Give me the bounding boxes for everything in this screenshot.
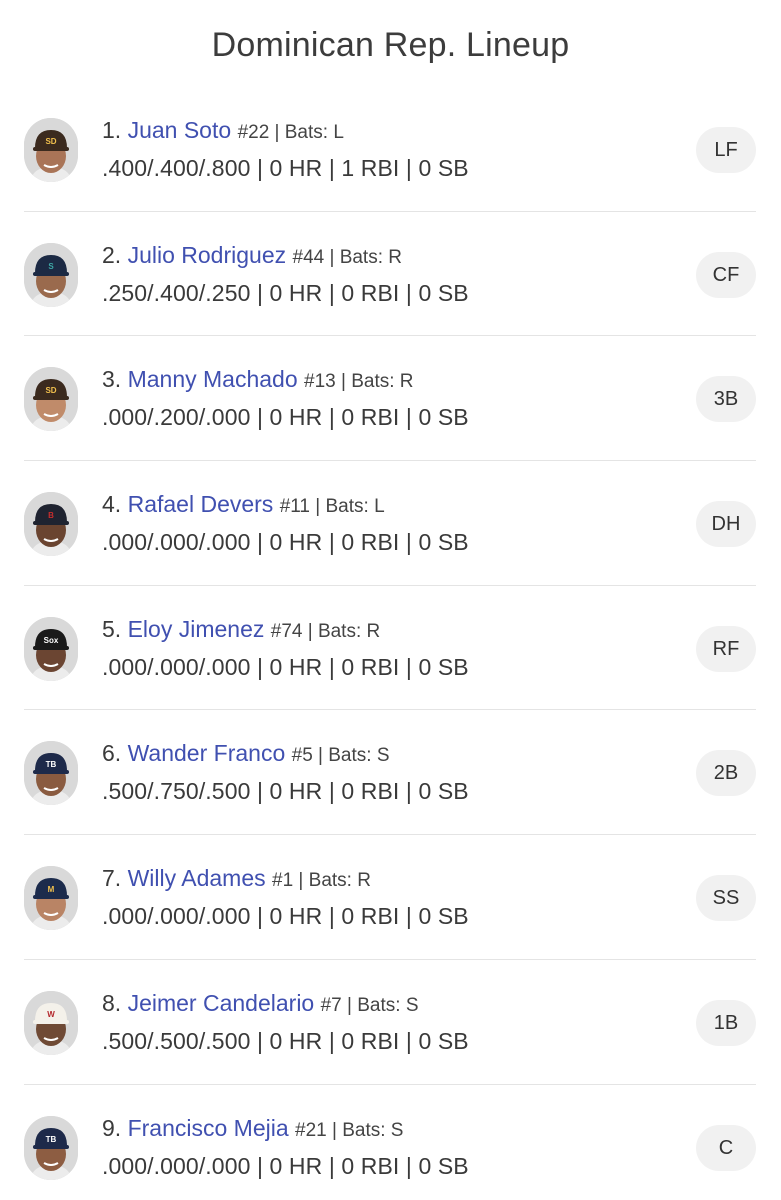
lineup-list: SD 1. Juan Soto #22 | Bats: L .400/.400/… [24, 87, 756, 1200]
player-avatar[interactable]: SD [24, 367, 78, 432]
lineup-row[interactable]: SD 3. Manny Machado #13 | Bats: R .000/.… [24, 336, 756, 462]
position-badge: LF [696, 127, 756, 173]
player-stats: .000/.000/.000 | 0 HR | 0 RBI | 0 SB [102, 529, 469, 556]
lineup-row[interactable]: TB 9. Francisco Mejia #21 | Bats: S .000… [24, 1085, 756, 1200]
player-name-link[interactable]: Willy Adames [128, 865, 266, 891]
position-badge: DH [696, 501, 756, 548]
player-heading: 5. Eloy Jimenez #74 | Bats: R [102, 616, 380, 643]
batting-order: 9. [102, 1114, 122, 1141]
player-avatar[interactable]: S [24, 242, 78, 307]
player-avatar[interactable]: SD [24, 118, 78, 182]
team-logo: S [48, 262, 54, 271]
player-name-link[interactable]: Rafael Devers [128, 491, 274, 517]
lineup-row[interactable]: M 7. Willy Adames #1 | Bats: R .000/.000… [24, 835, 756, 960]
player-avatar[interactable]: TB [24, 741, 78, 806]
player-heading: 2. Julio Rodriguez #44 | Bats: R [102, 242, 402, 269]
page-title: Dominican Rep. Lineup [211, 26, 570, 64]
lineup-row[interactable]: SD 1. Juan Soto #22 | Bats: L .400/.400/… [24, 87, 756, 212]
player-stats: .000/.000/.000 | 0 HR | 0 RBI | 0 SB [102, 653, 469, 680]
player-avatar[interactable]: B [24, 492, 78, 557]
player-avatar[interactable]: W [24, 990, 78, 1055]
player-meta: #5 | Bats: S [291, 745, 390, 767]
team-logo: W [47, 1010, 55, 1019]
player-heading: 1. Juan Soto #22 | Bats: L [102, 117, 344, 144]
lineup-row[interactable]: Sox 5. Eloy Jimenez #74 | Bats: R .000/.… [24, 586, 756, 711]
batting-order: 5. [102, 615, 122, 642]
team-logo: B [48, 511, 54, 520]
player-heading: 4. Rafael Devers #11 | Bats: L [102, 491, 385, 518]
player-name-link[interactable]: Jeimer Candelario [128, 990, 315, 1016]
position-badge: 3B [696, 376, 756, 423]
batting-order: 3. [102, 366, 122, 393]
player-meta: #74 | Bats: R [270, 620, 381, 642]
player-heading: 7. Willy Adames #1 | Bats: R [102, 865, 371, 892]
player-name-link[interactable]: Juan Soto [128, 117, 232, 143]
batting-order: 6. [102, 740, 122, 767]
lineup-row[interactable]: S 2. Julio Rodriguez #44 | Bats: R .250/… [24, 212, 756, 337]
lineup-row[interactable]: TB 6. Wander Franco #5 | Bats: S .500/.7… [24, 710, 756, 836]
player-stats: .250/.400/.250 | 0 HR | 0 RBI | 0 SB [102, 279, 469, 306]
player-meta: #22 | Bats: L [237, 122, 344, 143]
team-logo: TB [46, 760, 57, 769]
player-meta: #21 | Bats: S [295, 1119, 404, 1141]
position-badge: 2B [696, 750, 756, 797]
player-name-link[interactable]: Francisco Mejia [128, 1115, 289, 1141]
position-badge: SS [696, 875, 756, 922]
player-stats: .000/.200/.000 | 0 HR | 0 RBI | 0 SB [102, 404, 469, 431]
batting-order: 2. [102, 241, 122, 268]
player-avatar[interactable]: TB [24, 1115, 78, 1180]
player-heading: 9. Francisco Mejia #21 | Bats: S [102, 1115, 403, 1142]
lineup-row[interactable]: W 8. Jeimer Candelario #7 | Bats: S .500… [24, 960, 756, 1085]
team-logo: Sox [44, 636, 59, 645]
player-name-link[interactable]: Eloy Jimenez [128, 616, 265, 642]
batting-order: 8. [102, 989, 122, 1016]
position-badge: C [696, 1124, 756, 1171]
player-meta: #13 | Bats: R [304, 371, 414, 393]
player-stats: .500/.750/.500 | 0 HR | 0 RBI | 0 SB [102, 778, 469, 805]
team-logo: TB [46, 1135, 57, 1144]
player-meta: #7 | Bats: S [320, 994, 419, 1016]
player-avatar[interactable]: Sox [24, 616, 78, 681]
player-heading: 6. Wander Franco #5 | Bats: S [102, 740, 390, 767]
batting-order: 1. [102, 117, 122, 143]
player-heading: 3. Manny Machado #13 | Bats: R [102, 366, 414, 393]
team-logo: SD [45, 137, 56, 146]
player-name-link[interactable]: Julio Rodriguez [128, 242, 287, 268]
player-stats: .000/.000/.000 | 0 HR | 0 RBI | 0 SB [102, 1152, 469, 1179]
player-meta: #1 | Bats: R [272, 870, 371, 892]
position-badge: CF [696, 251, 756, 298]
player-name-link[interactable]: Manny Machado [128, 366, 298, 392]
team-logo: SD [45, 386, 56, 395]
lineup-row[interactable]: B 4. Rafael Devers #11 | Bats: L .000/.0… [24, 461, 756, 586]
batting-order: 7. [102, 865, 122, 892]
player-stats: .400/.400/.800 | 0 HR | 1 RBI | 0 SB [102, 155, 469, 181]
batting-order: 4. [102, 491, 122, 518]
position-badge: RF [696, 625, 756, 672]
player-name-link[interactable]: Wander Franco [128, 740, 286, 766]
team-logo: M [48, 885, 55, 894]
player-avatar[interactable]: M [24, 866, 78, 931]
player-meta: #44 | Bats: R [292, 246, 403, 268]
player-heading: 8. Jeimer Candelario #7 | Bats: S [102, 990, 419, 1017]
player-stats: .000/.000/.000 | 0 HR | 0 RBI | 0 SB [102, 903, 469, 930]
position-badge: 1B [696, 999, 756, 1046]
player-meta: #11 | Bats: L [279, 496, 385, 518]
player-stats: .500/.500/.500 | 0 HR | 0 RBI | 0 SB [102, 1027, 469, 1054]
